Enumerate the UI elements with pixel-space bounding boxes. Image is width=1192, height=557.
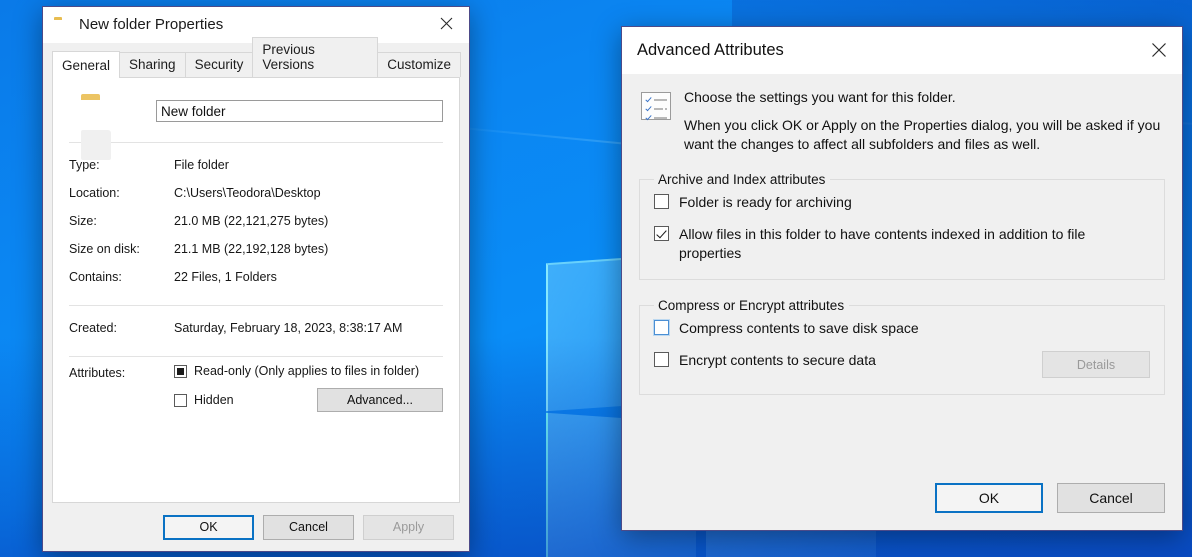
properties-footer: OK Cancel Apply [52,503,460,551]
advanced-attributes-dialog: Advanced Attributes Choose the settings … [621,26,1183,531]
info-key: Size: [69,207,174,235]
archiving-label: Folder is ready for archiving [679,193,852,212]
folder-name-input[interactable] [156,100,443,122]
table-row: Size on disk: 21.1 MB (22,192,128 bytes) [69,235,443,263]
description-line-2: When you click OK or Apply on the Proper… [684,116,1165,154]
folder-properties-window: New folder Properties General Sharing Se… [42,6,470,552]
folder-name-row [69,78,443,128]
info-value: C:\Users\Teodora\Desktop [174,179,443,207]
advanced-cancel-button[interactable]: Cancel [1057,483,1165,513]
readonly-label: Read-only (Only applies to files in fold… [194,364,419,378]
info-value: 22 Files, 1 Folders [174,263,443,291]
hidden-advanced-row: Hidden Advanced... [174,388,443,412]
ok-button[interactable]: OK [163,515,254,540]
indexing-label: Allow files in this folder to have conte… [679,225,1150,263]
hidden-checkbox-row[interactable]: Hidden [174,393,234,407]
info-key: Contains: [69,263,174,291]
tab-customize[interactable]: Customize [377,52,461,77]
divider [69,142,443,143]
tab-general[interactable]: General [52,51,120,78]
apply-button: Apply [363,515,454,540]
advanced-ok-button[interactable]: OK [935,483,1043,513]
indexing-checkbox[interactable] [654,226,669,241]
archiving-checkbox[interactable] [654,194,669,209]
compress-label: Compress contents to save disk space [679,319,919,338]
folder-created-table: Created: Saturday, February 18, 2023, 8:… [69,314,443,342]
table-row: Size: 21.0 MB (22,121,275 bytes) [69,207,443,235]
cancel-button[interactable]: Cancel [263,515,354,540]
folder-info-table: Type: File folder Location: C:\Users\Teo… [69,151,443,291]
info-key: Location: [69,179,174,207]
properties-body: General Sharing Security Previous Versio… [43,43,469,551]
folder-icon [54,17,71,32]
compress-checkbox-row[interactable]: Compress contents to save disk space [654,319,1150,338]
info-value: File folder [174,151,443,179]
properties-tabstrip: General Sharing Security Previous Versio… [52,52,460,77]
close-icon[interactable] [423,7,469,40]
archive-index-legend: Archive and Index attributes [654,172,830,187]
encrypt-row: Encrypt contents to secure data Details [654,351,1150,378]
advanced-description: Choose the settings you want for this fo… [684,88,1165,154]
attributes-label: Attributes: [69,364,174,380]
compress-checkbox[interactable] [654,320,669,335]
advanced-window-title: Advanced Attributes [637,41,1135,60]
tab-previous-versions[interactable]: Previous Versions [252,37,378,77]
advanced-titlebar: Advanced Attributes [622,27,1182,74]
info-value: 21.0 MB (22,121,275 bytes) [174,207,443,235]
divider [69,356,443,357]
encrypt-checkbox[interactable] [654,352,669,367]
checklist-icon [641,92,671,120]
advanced-content: Choose the settings you want for this fo… [622,74,1182,395]
hidden-checkbox[interactable] [174,394,187,407]
table-row: Location: C:\Users\Teodora\Desktop [69,179,443,207]
tab-security[interactable]: Security [185,52,254,77]
folder-icon [81,94,119,128]
encrypt-label: Encrypt contents to secure data [679,351,876,370]
divider [69,305,443,306]
encrypt-checkbox-row[interactable]: Encrypt contents to secure data [654,351,876,370]
table-row: Created: Saturday, February 18, 2023, 8:… [69,314,443,342]
archive-index-group: Archive and Index attributes Folder is r… [639,172,1165,280]
info-value: 21.1 MB (22,192,128 bytes) [174,235,443,263]
table-row: Contains: 22 Files, 1 Folders [69,263,443,291]
details-button: Details [1042,351,1150,378]
description-line-1: Choose the settings you want for this fo… [684,88,1165,107]
readonly-checkbox[interactable] [174,365,187,378]
advanced-footer: OK Cancel [935,483,1165,513]
info-key: Size on disk: [69,235,174,263]
table-row: Type: File folder [69,151,443,179]
indexing-checkbox-row[interactable]: Allow files in this folder to have conte… [654,225,1150,263]
attributes-row: Attributes: Read-only (Only applies to f… [69,364,443,412]
created-value: Saturday, February 18, 2023, 8:38:17 AM [174,314,443,342]
advanced-button[interactable]: Advanced... [317,388,443,412]
close-icon[interactable] [1135,27,1182,73]
advanced-description-row: Choose the settings you want for this fo… [639,88,1165,154]
created-key: Created: [69,314,174,342]
hidden-label: Hidden [194,393,234,407]
window-title: New folder Properties [79,16,423,33]
general-tab-page: Type: File folder Location: C:\Users\Teo… [52,77,460,503]
tab-sharing[interactable]: Sharing [119,52,186,77]
archiving-checkbox-row[interactable]: Folder is ready for archiving [654,193,1150,212]
compress-encrypt-group: Compress or Encrypt attributes Compress … [639,298,1165,395]
readonly-checkbox-row[interactable]: Read-only (Only applies to files in fold… [174,364,443,378]
compress-encrypt-legend: Compress or Encrypt attributes [654,298,849,313]
